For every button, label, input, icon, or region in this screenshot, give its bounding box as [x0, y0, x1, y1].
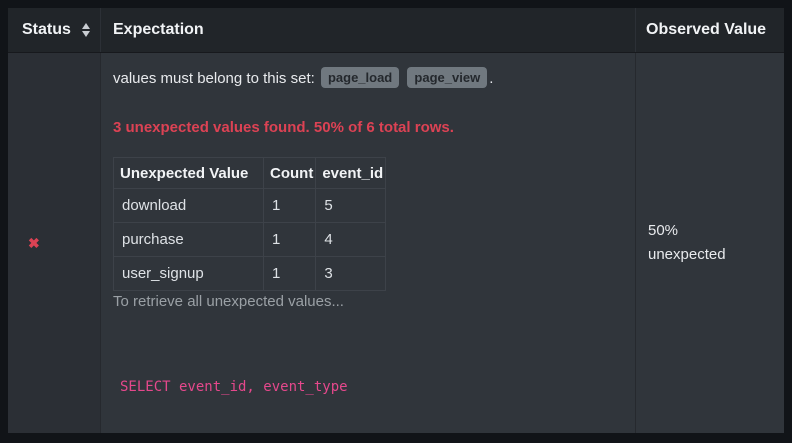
sort-down-arrow-icon — [82, 31, 90, 37]
count-column-header: Count — [264, 158, 316, 189]
table-row: user_signup 1 3 — [114, 257, 386, 291]
expectation-description: values must belong to this set: page_loa… — [113, 67, 619, 90]
unexpected-values-table: Unexpected Value Count event_id download… — [113, 157, 386, 291]
observed-value-header-label: Observed Value — [646, 21, 766, 39]
unexpected-value-column-header: Unexpected Value — [114, 158, 264, 189]
status-cell: ✖ — [8, 53, 101, 433]
unexpected-table-header-row: Unexpected Value Count event_id — [114, 158, 386, 189]
unexpected-summary-text: 3 unexpected values found. 50% of 6 tota… — [113, 117, 619, 139]
failed-status-x-icon: ✖ — [28, 236, 40, 250]
sql-line: SELECT event_id, event_type — [120, 374, 619, 401]
value-set-badge: page_load — [321, 67, 399, 88]
count-cell: 1 — [264, 257, 316, 291]
observed-value-text: 50% unexpected — [648, 219, 736, 267]
retrieve-unexpected-hint: To retrieve all unexpected values... — [113, 292, 619, 312]
unexpected-value-cell: purchase — [114, 223, 264, 257]
sort-icon[interactable] — [82, 23, 90, 37]
table-header-row: Status Expectation Observed Value — [8, 8, 784, 53]
unexpected-value-cell: download — [114, 189, 264, 223]
count-cell: 1 — [264, 189, 316, 223]
sql-query-code-block: SELECT event_id, event_type FROM event_n… — [113, 320, 619, 433]
table-row: purchase 1 4 — [114, 223, 386, 257]
unexpected-value-cell: user_signup — [114, 257, 264, 291]
event-id-cell: 4 — [316, 223, 386, 257]
event-id-cell: 5 — [316, 189, 386, 223]
value-set-badge: page_view — [407, 67, 487, 88]
expectation-result-row: ✖ values must belong to this set: page_l… — [8, 53, 784, 433]
table-row: download 1 5 — [114, 189, 386, 223]
column-header-status[interactable]: Status — [8, 8, 101, 52]
expectation-header-label: Expectation — [113, 21, 204, 39]
status-header-label: Status — [22, 21, 71, 39]
validation-results-page: Status Expectation Observed Value ✖ valu… — [0, 0, 792, 443]
expectation-description-text: values must belong to this set: — [113, 70, 315, 87]
event-id-cell: 3 — [316, 257, 386, 291]
expectation-cell: values must belong to this set: page_loa… — [101, 53, 636, 433]
event-id-column-header: event_id — [316, 158, 386, 189]
count-cell: 1 — [264, 223, 316, 257]
expectation-description-suffix: . — [489, 70, 493, 87]
column-header-expectation[interactable]: Expectation — [101, 8, 636, 52]
sort-up-arrow-icon — [82, 23, 90, 29]
validation-table: Status Expectation Observed Value ✖ valu… — [8, 8, 784, 433]
column-header-observed-value[interactable]: Observed Value — [636, 8, 784, 52]
observed-value-cell: 50% unexpected — [636, 53, 784, 433]
